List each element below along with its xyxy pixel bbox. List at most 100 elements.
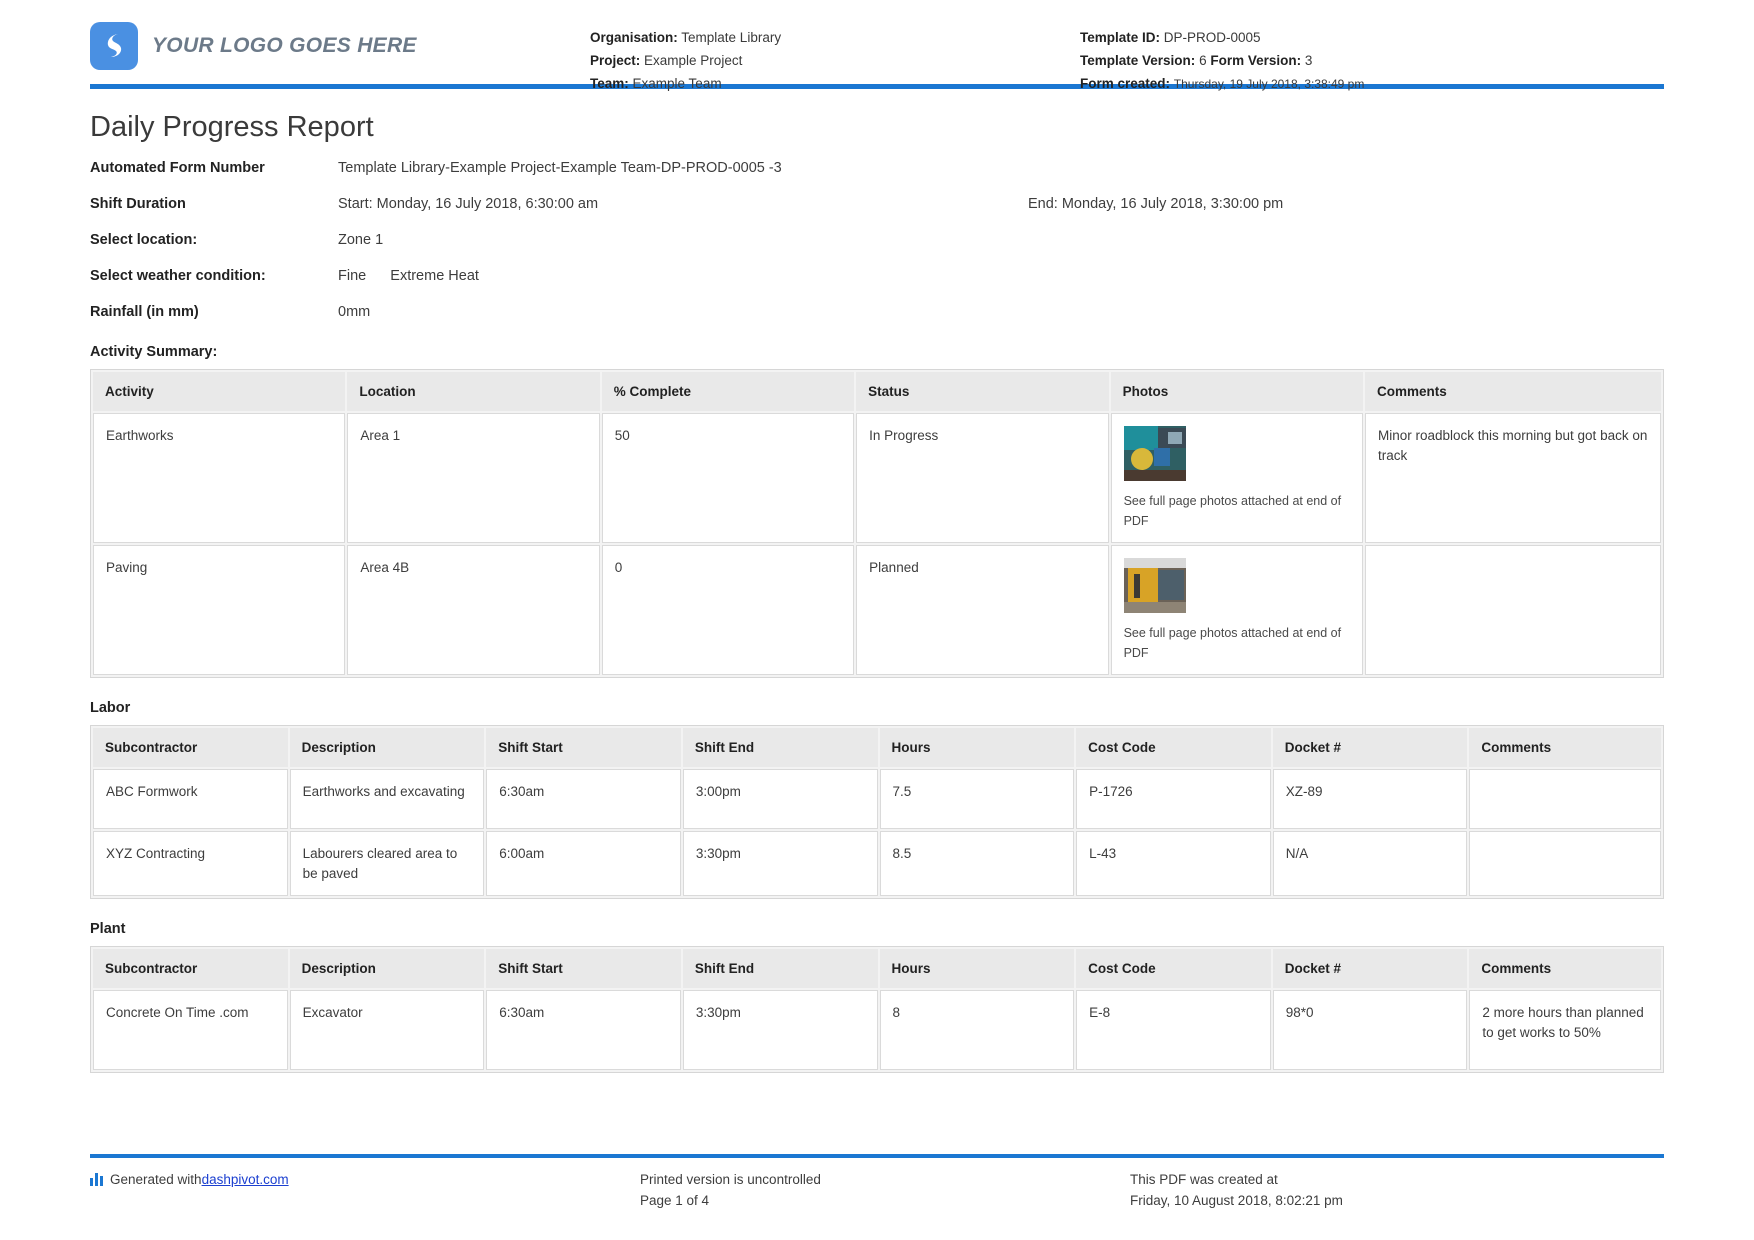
table-header-row: Subcontractor Description Shift Start Sh… xyxy=(93,728,1661,768)
template-id-row: Template ID: DP-PROD-0005 xyxy=(1080,26,1664,49)
organisation-label: Organisation: xyxy=(590,30,678,45)
table-row: Concrete On Time .com Excavator 6:30am 3… xyxy=(93,990,1661,1071)
field-value: 0mm xyxy=(338,304,371,320)
project-value: Example Project xyxy=(644,53,743,69)
column-header-location: Location xyxy=(347,372,600,411)
table-row: Paving Area 4B 0 Planned See full page p… xyxy=(93,545,1661,676)
column-header-docket: Docket # xyxy=(1272,728,1468,768)
cell-activity: Earthworks xyxy=(93,413,346,544)
cell-shift-end: 3:00pm xyxy=(682,769,878,830)
cell-cost-code: L-43 xyxy=(1076,831,1271,897)
organisation-value: Template Library xyxy=(681,30,782,45)
cell-shift-start: 6:00am xyxy=(486,831,681,897)
cell-percent-complete: 50 xyxy=(601,413,855,544)
page-title: Daily Progress Report xyxy=(90,111,374,143)
dashpivot-link[interactable]: dashpivot.com xyxy=(202,1170,289,1191)
column-header-hours: Hours xyxy=(879,728,1075,768)
plant-table-wrapper: Subcontractor Description Shift Start Sh… xyxy=(90,946,1664,1074)
photo-thumbnail[interactable] xyxy=(1123,558,1186,614)
table-row: ABC Formwork Earthworks and excavating 6… xyxy=(93,769,1661,830)
footer-created-info: This PDF was created at Friday, 10 Augus… xyxy=(1130,1170,1664,1212)
version-row: Template Version: 6 Form Version: 3 xyxy=(1080,49,1664,72)
pdf-created-value: Friday, 10 August 2018, 8:02:21 pm xyxy=(1130,1193,1343,1209)
cell-subcontractor: Concrete On Time .com xyxy=(93,990,288,1071)
column-header-comments: Comments xyxy=(1469,728,1661,768)
cell-photos: See full page photos attached at end of … xyxy=(1110,545,1363,676)
column-header-description: Description xyxy=(289,949,485,989)
column-header-shift-end: Shift End xyxy=(682,949,878,989)
labor-table-wrapper: Subcontractor Description Shift Start Sh… xyxy=(90,725,1664,900)
column-header-subcontractor: Subcontractor xyxy=(93,728,288,768)
column-header-cost-code: Cost Code xyxy=(1076,949,1271,989)
photo-thumbnail[interactable] xyxy=(1123,426,1186,481)
activity-summary-table: Activity Location % Complete Status Phot… xyxy=(91,370,1663,677)
field-value: Fine Extreme Heat xyxy=(338,266,1664,286)
cell-hours: 8 xyxy=(879,990,1075,1071)
cell-comments xyxy=(1469,769,1661,830)
column-header-percent-complete: % Complete xyxy=(601,372,855,411)
cell-hours: 8.5 xyxy=(879,831,1075,897)
column-header-status: Status xyxy=(856,372,1109,411)
cell-photos: See full page photos attached at end of … xyxy=(1110,413,1363,544)
labor-table: Subcontractor Description Shift Start Sh… xyxy=(91,726,1663,898)
cell-status: Planned xyxy=(856,545,1109,676)
column-header-comments: Comments xyxy=(1469,949,1661,989)
cell-subcontractor: ABC Formwork xyxy=(93,769,288,830)
field-label: Select weather condition: xyxy=(90,268,266,284)
field-value: Template Library-Example Project-Example… xyxy=(338,160,782,176)
generated-with-label: Generated with xyxy=(110,1172,202,1188)
weather-value-extreme-heat: Extreme Heat xyxy=(390,268,479,284)
field-label: Automated Form Number xyxy=(90,160,265,176)
cell-shift-end: 3:30pm xyxy=(682,831,878,897)
cell-comments: Minor roadblock this morning but got bac… xyxy=(1364,413,1661,544)
footer-divider xyxy=(90,1154,1664,1159)
cell-cost-code: P-1726 xyxy=(1076,769,1271,830)
cell-shift-end: 3:30pm xyxy=(682,990,878,1071)
team-label: Team: xyxy=(590,76,629,92)
template-id-label: Template ID: xyxy=(1080,30,1161,45)
footer-generated-with: Generated with dashpivot.com xyxy=(90,1170,640,1212)
table-header-row: Subcontractor Description Shift Start Sh… xyxy=(93,949,1661,989)
cell-cost-code: E-8 xyxy=(1076,990,1271,1071)
field-rainfall: Rainfall (in mm) 0mm xyxy=(90,302,1664,322)
activity-summary-table-wrapper: Activity Location % Complete Status Phot… xyxy=(90,369,1664,679)
template-id-value: DP-PROD-0005 xyxy=(1163,30,1261,45)
plant-title: Plant xyxy=(90,921,126,938)
shift-end-value: End: Monday, 16 July 2018, 3:30:00 pm xyxy=(1028,196,1284,212)
template-meta: Template ID: DP-PROD-0005 Template Versi… xyxy=(1080,22,1664,96)
cell-description: Excavator xyxy=(289,990,485,1071)
cell-description: Earthworks and excavating xyxy=(289,769,485,830)
pdf-created-label: This PDF was created at xyxy=(1130,1172,1278,1188)
form-created-row: Form created: Thursday, 19 July 2018, 3:… xyxy=(1080,72,1664,95)
cell-description: Labourers cleared area to be paved xyxy=(289,831,485,897)
logo-text: YOUR LOGO GOES HERE xyxy=(152,34,417,57)
table-row: XYZ Contracting Labourers cleared area t… xyxy=(93,831,1661,897)
cell-activity: Paving xyxy=(93,545,346,676)
field-automated-form-number: Automated Form Number Template Library-E… xyxy=(90,158,1664,178)
cell-shift-start: 6:30am xyxy=(486,990,681,1071)
column-header-photos: Photos xyxy=(1110,372,1363,411)
photo-caption: See full page photos attached at end of … xyxy=(1123,626,1342,660)
column-header-activity: Activity xyxy=(93,372,346,411)
field-label: Select location: xyxy=(90,232,198,248)
cell-hours: 7.5 xyxy=(879,769,1075,830)
field-label: Rainfall (in mm) xyxy=(90,304,199,320)
field-value: Zone 1 xyxy=(338,232,384,248)
logo-block: YOUR LOGO GOES HERE xyxy=(90,22,590,70)
team-row: Team: Example Team xyxy=(590,72,1080,95)
document-header: YOUR LOGO GOES HERE Organisation: Templa… xyxy=(90,0,1664,91)
document-footer: Generated with dashpivot.com Printed ver… xyxy=(90,1154,1664,1212)
column-header-docket: Docket # xyxy=(1272,949,1468,989)
cell-comments xyxy=(1364,545,1661,676)
page-number: Page 1 of 4 xyxy=(640,1193,710,1209)
column-header-shift-start: Shift Start xyxy=(486,949,681,989)
column-header-hours: Hours xyxy=(879,949,1075,989)
project-row: Project: Example Project xyxy=(590,49,1080,72)
cell-status: In Progress xyxy=(856,413,1109,544)
team-value: Example Team xyxy=(632,76,722,92)
form-version-label: Form Version: xyxy=(1210,53,1302,69)
company-logo-icon xyxy=(90,22,138,70)
field-select-weather-condition: Select weather condition: Fine Extreme H… xyxy=(90,266,1664,286)
field-shift-duration: Shift Duration Start: Monday, 16 July 20… xyxy=(90,194,1664,214)
cell-docket: 98*0 xyxy=(1272,990,1468,1071)
